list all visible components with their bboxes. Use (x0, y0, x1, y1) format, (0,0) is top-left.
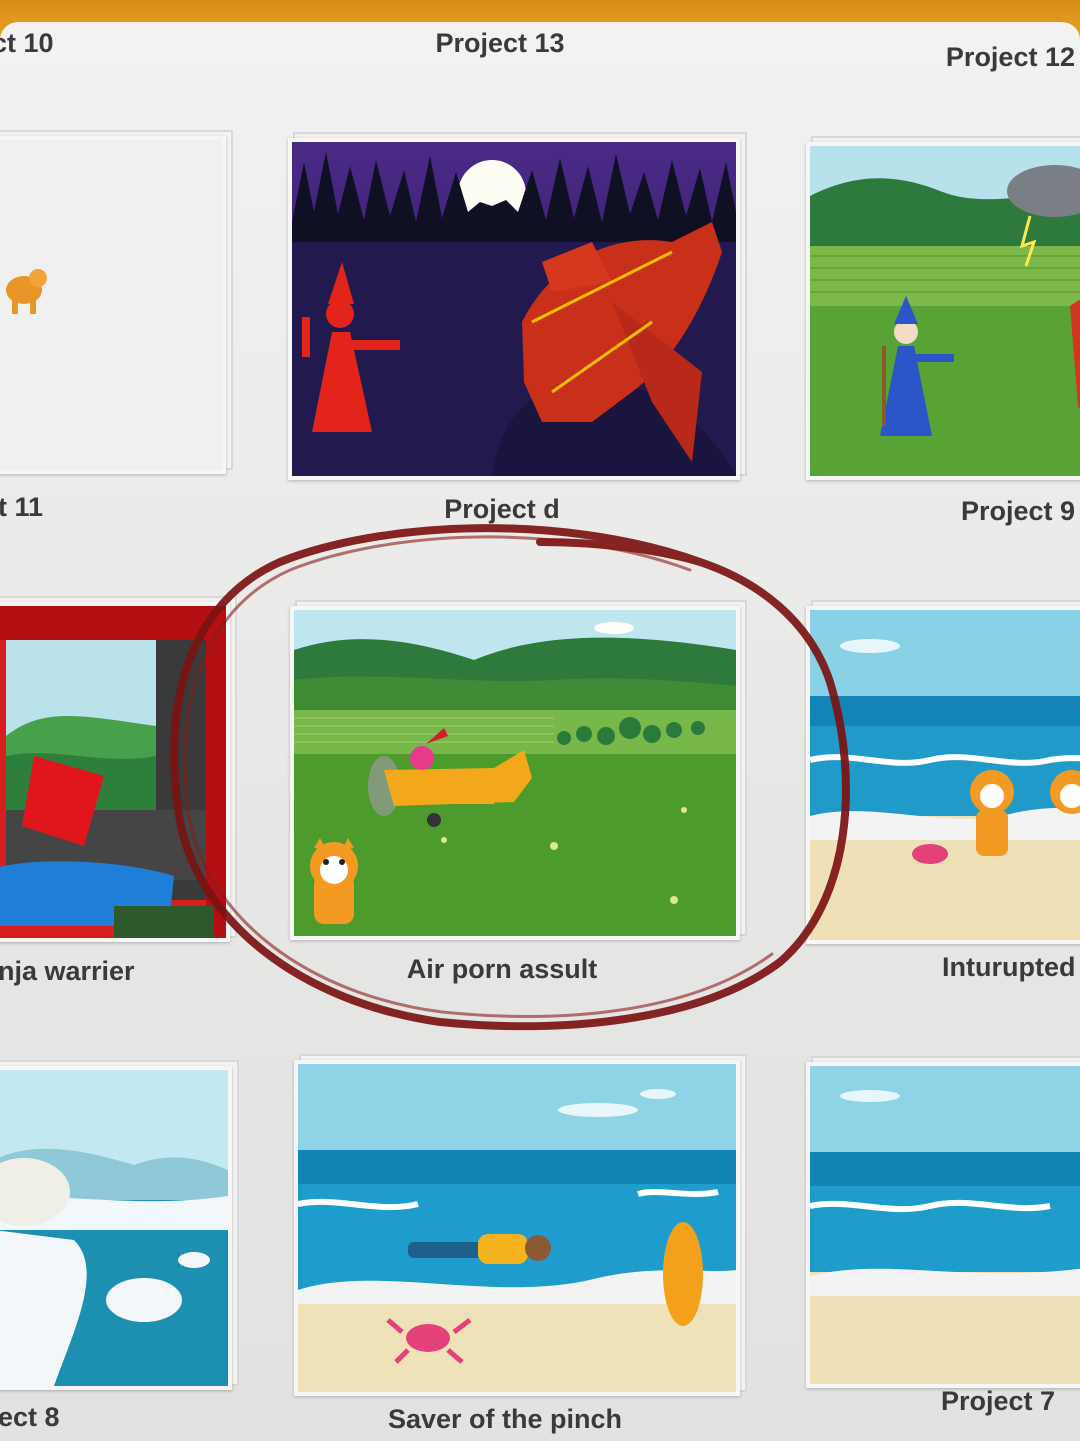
project-thumbnail-7[interactable] (806, 1062, 1080, 1388)
project-thumbnail-8[interactable] (0, 1066, 232, 1390)
project-thumbnail-saver-of-the-pinch[interactable] (294, 1060, 740, 1396)
project-thumbnail-image (0, 606, 226, 938)
project-thumbnail-image (294, 610, 736, 936)
project-title: Project 9 (960, 496, 1075, 526)
project-title: Air porn assult (406, 954, 598, 984)
project-title: Project 7 (940, 1386, 1055, 1416)
project-thumbnail-image (292, 142, 736, 476)
project-title: Project d (444, 494, 560, 524)
project-thumbnail-image (810, 610, 1080, 940)
project-title: Inturupted (942, 952, 1076, 982)
project-title: ct 10 (0, 28, 54, 58)
project-title: Project 12 (945, 42, 1075, 72)
project-title: Saver of the pinch (387, 1404, 623, 1434)
project-thumbnail-11[interactable] (0, 136, 226, 474)
project-thumbnail-image (0, 140, 222, 470)
project-thumbnail-image (810, 146, 1080, 476)
project-thumbnail-air-porn-assult[interactable] (290, 606, 740, 940)
project-title: ect 8 (0, 1402, 60, 1432)
project-thumbnail-ninja-warrier[interactable] (0, 602, 230, 942)
project-gallery: ct 10 Project 13 Project 12 (0, 22, 1080, 1441)
project-thumbnail-image (298, 1064, 736, 1392)
project-thumbnail-9[interactable] (806, 142, 1080, 480)
project-thumbnail-image (810, 1066, 1080, 1384)
project-thumbnail-image (0, 1070, 228, 1386)
project-thumbnail-d[interactable] (288, 138, 740, 480)
project-thumbnail-inturupted[interactable] (806, 606, 1080, 944)
project-title: nja warrier (0, 956, 135, 986)
project-title: Project 13 (435, 28, 565, 58)
project-title: t 11 (0, 492, 44, 522)
